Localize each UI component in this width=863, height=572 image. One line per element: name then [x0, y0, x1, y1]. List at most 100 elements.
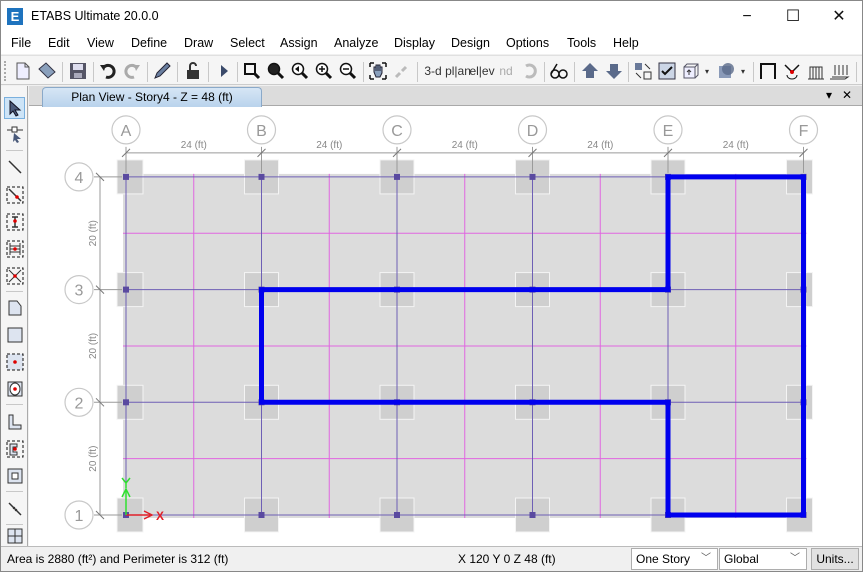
close-button[interactable]: ✕: [816, 1, 862, 32]
shell-load-icon: [830, 65, 850, 80]
glasses-icon: [550, 63, 568, 79]
extrude-view-button[interactable]: [680, 59, 702, 83]
pan-button[interactable]: [367, 59, 389, 83]
perspective-button[interactable]: [548, 59, 570, 83]
open-button[interactable]: [36, 59, 58, 83]
wall-opening-icon: [7, 468, 22, 484]
object-shrink-button[interactable]: [632, 59, 654, 83]
story-select[interactable]: One Story ﹀: [631, 548, 718, 570]
pointer-icon: [9, 99, 21, 117]
joint-point[interactable]: [123, 173, 129, 180]
render-dropdown-button[interactable]: ▾: [738, 59, 748, 83]
menu-edit[interactable]: Edit: [48, 36, 70, 50]
rotate-button[interactable]: [519, 59, 541, 83]
joint-restraint-button[interactable]: [781, 59, 803, 83]
tab-close-icon[interactable]: ✕: [842, 88, 852, 102]
shell-loads-button[interactable]: [829, 59, 851, 83]
tab-list-dropdown-icon[interactable]: ▾: [826, 88, 832, 102]
joint-point[interactable]: [394, 173, 400, 180]
joint-point[interactable]: [529, 512, 536, 518]
plan-drawing[interactable]: 24 (ft) 24 (ft) 24 (ft) 24 (ft) 24 (ft) 20 (f…: [29, 107, 862, 546]
minimize-button[interactable]: −: [724, 1, 770, 32]
quick-beam-icon: [6, 186, 23, 204]
plan-view-label: pl|an: [445, 64, 471, 78]
tab-plan-view[interactable]: Plan View - Story4 - Z = 48 (ft): [42, 87, 262, 107]
zoom-previous-button[interactable]: [289, 59, 311, 83]
menu-view[interactable]: View: [87, 36, 114, 50]
nd-view-button[interactable]: nd: [495, 59, 517, 83]
restraint-icon: [784, 64, 800, 80]
menu-assign[interactable]: Assign: [280, 36, 318, 50]
joint-point[interactable]: [258, 512, 265, 518]
coordinate-system-select[interactable]: Global ﹀: [719, 548, 807, 570]
3d-view-label: 3-d: [424, 64, 442, 78]
lock-button[interactable]: [182, 59, 204, 83]
draw-beam-button[interactable]: [4, 156, 25, 178]
move-up-button[interactable]: [579, 59, 601, 83]
zoom-restore-button[interactable]: [265, 59, 287, 83]
elevation-view-button[interactable]: el|ev: [469, 59, 494, 83]
joint-point[interactable]: [394, 512, 400, 518]
plan-view-canvas[interactable]: 24 (ft) 24 (ft) 24 (ft) 24 (ft) 24 (ft) 20 (f…: [29, 107, 862, 546]
draw-toolbar: [1, 86, 28, 546]
toolbar-grip[interactable]: [4, 61, 7, 81]
joint-point[interactable]: [529, 173, 536, 180]
3d-view-button[interactable]: 3-d: [422, 59, 444, 83]
menu-draw[interactable]: Draw: [184, 36, 213, 50]
save-button[interactable]: [67, 59, 89, 83]
quick-draw-beam-button[interactable]: [4, 184, 25, 206]
draw-frame-button[interactable]: [757, 59, 779, 83]
joint-point[interactable]: [123, 399, 129, 406]
menu-display[interactable]: Display: [394, 36, 435, 50]
grid-bubble-label-y: 1: [75, 508, 84, 525]
menu-define[interactable]: Define: [131, 36, 167, 50]
grid-bubble-label-x: D: [527, 123, 539, 140]
extrude-dropdown-button[interactable]: ▾: [702, 59, 712, 83]
edit-button[interactable]: [151, 59, 173, 83]
joint-point[interactable]: [258, 173, 265, 180]
zoom-in-button[interactable]: [313, 59, 335, 83]
menu-file[interactable]: File: [11, 36, 31, 50]
joint-point[interactable]: [123, 286, 129, 293]
draw-rectangular-floor-button[interactable]: [4, 324, 25, 346]
plan-view-button[interactable]: pl|an: [445, 59, 471, 83]
run-analysis-button[interactable]: [213, 59, 235, 83]
menu-options[interactable]: Options: [506, 36, 549, 50]
maximize-button[interactable]: ☐: [770, 1, 816, 32]
redo-button[interactable]: [121, 59, 143, 83]
menu-design[interactable]: Design: [451, 36, 490, 50]
dimension-label-x: 24 (ft): [316, 140, 342, 151]
render-button[interactable]: [715, 59, 737, 83]
pointer-tool-button[interactable]: [4, 97, 25, 119]
frame-load-icon: [808, 66, 824, 80]
quick-draw-wall-button[interactable]: [4, 438, 25, 460]
menu-tools[interactable]: Tools: [567, 36, 596, 50]
zoom-window-button[interactable]: [241, 59, 263, 83]
quick-draw-brace-button[interactable]: [4, 265, 25, 287]
set-display-options-button[interactable]: [656, 59, 678, 83]
quick-draw-column-button[interactable]: [4, 211, 25, 233]
draw-wall-button[interactable]: [4, 411, 25, 433]
reshape-tool-button[interactable]: [4, 123, 25, 145]
undo-button[interactable]: [97, 59, 119, 83]
menu-analyze[interactable]: Analyze: [334, 36, 378, 50]
pan-hand-icon: [369, 62, 387, 80]
dimension-label-x: 24 (ft): [587, 140, 613, 151]
move-down-button[interactable]: [603, 59, 625, 83]
menu-help[interactable]: Help: [613, 36, 639, 50]
draw-grid-button[interactable]: [4, 528, 25, 544]
zoom-in-icon: [315, 62, 333, 80]
frame-loads-button[interactable]: [805, 59, 827, 83]
new-model-button[interactable]: [12, 59, 34, 83]
draw-link-button[interactable]: [4, 498, 25, 520]
menu-select[interactable]: Select: [230, 36, 265, 50]
zoom-out-button[interactable]: [337, 59, 359, 83]
quick-draw-floor-button[interactable]: [4, 351, 25, 373]
cube-icon: [683, 63, 699, 79]
draw-opening-button[interactable]: [4, 378, 25, 400]
quick-draw-secondary-beam-button[interactable]: [4, 238, 25, 260]
units-button[interactable]: Units...: [811, 548, 859, 570]
draw-floor-button[interactable]: [4, 297, 25, 319]
draw-wall-opening-button[interactable]: [4, 465, 25, 487]
rubber-band-button[interactable]: [391, 59, 413, 83]
